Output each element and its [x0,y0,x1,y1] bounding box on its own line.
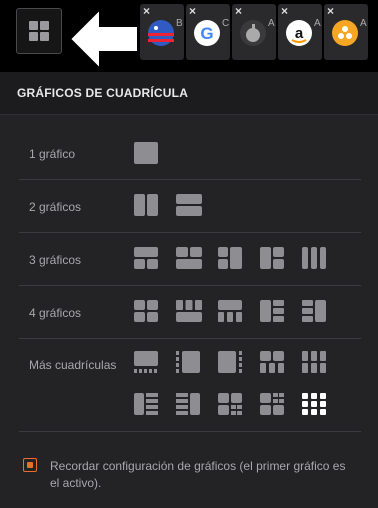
layout-3-left-tall-icon[interactable] [260,247,286,271]
layout-more-1-icon[interactable] [134,351,160,375]
checkbox-check-icon [27,462,33,468]
layout-1-chart-icon[interactable] [134,142,160,166]
coins-icon [332,20,358,46]
close-icon[interactable]: × [235,4,242,18]
apple-icon [240,20,266,46]
divider [19,232,361,233]
tab-title: B [176,18,183,29]
layout-more-6-icon[interactable] [134,393,160,417]
panel-title: GRÁFICOS DE CUADRÍCULA [17,86,189,100]
svg-text:G: G [200,24,213,43]
tab-title: A [360,18,367,29]
divider [19,285,361,286]
google-icon: G [194,20,220,46]
divider [19,338,361,339]
top-bar: × B × G C × A × a A × A [0,0,378,72]
chart-tab[interactable]: × A [232,4,276,60]
row-label-4: 4 gráficos [29,306,82,320]
layout-4-left-tall-icon[interactable] [260,300,286,324]
layout-2-vertical-icon[interactable] [134,194,160,218]
layout-3-columns-icon[interactable] [302,247,328,271]
divider [19,431,361,432]
remember-label: Recordar configuración de gráficos (el p… [50,459,346,490]
layout-2-horizontal-icon[interactable] [176,194,202,218]
layout-more-10-icon-active[interactable] [302,393,328,417]
layout-3-bottom-wide-icon[interactable] [176,247,202,271]
close-icon[interactable]: × [189,4,196,18]
layout-more-3-icon[interactable] [218,351,244,375]
grid-square-icon [29,32,38,41]
layout-more-2-icon[interactable] [176,351,202,375]
grid-square-icon [40,32,49,41]
divider [19,179,361,180]
layout-more-7-icon[interactable] [176,393,202,417]
remember-checkbox[interactable] [23,458,37,472]
layout-4-grid-icon[interactable] [134,300,160,324]
row-label-2: 2 gráficos [29,200,82,214]
layout-4-right-tall-icon[interactable] [302,300,328,324]
chart-tab[interactable]: × B [140,4,184,60]
tab-title: A [314,18,321,29]
grid-square-icon [40,21,49,30]
layout-4-top-three-icon[interactable] [176,300,202,324]
close-icon[interactable]: × [281,4,288,18]
us-flag-icon [148,20,174,46]
layout-3-top-wide-icon[interactable] [134,247,160,271]
chart-tab[interactable]: × a A [278,4,322,60]
layout-more-4-icon[interactable] [260,351,286,375]
close-icon[interactable]: × [143,4,150,18]
layout-3-right-tall-icon[interactable] [218,247,244,271]
row-label-3: 3 gráficos [29,253,82,267]
close-icon[interactable]: × [327,4,334,18]
tab-title: C [222,18,230,29]
chart-tab[interactable]: × G C [186,4,230,60]
amazon-icon: a [286,20,312,46]
grid-layout-button[interactable] [16,8,62,54]
layout-more-5-icon[interactable] [302,351,328,375]
svg-text:a: a [295,25,304,42]
left-arrow-icon [68,6,140,77]
layout-4-bottom-three-icon[interactable] [218,300,244,324]
row-label-more: Más cuadrículas [29,358,117,372]
tab-title: A [268,18,275,29]
layout-more-8-icon[interactable] [218,393,244,417]
layout-more-9-icon[interactable] [260,393,286,417]
chart-tab[interactable]: × A [324,4,368,60]
grid-square-icon [29,21,38,30]
row-label-1: 1 gráfico [29,147,76,161]
